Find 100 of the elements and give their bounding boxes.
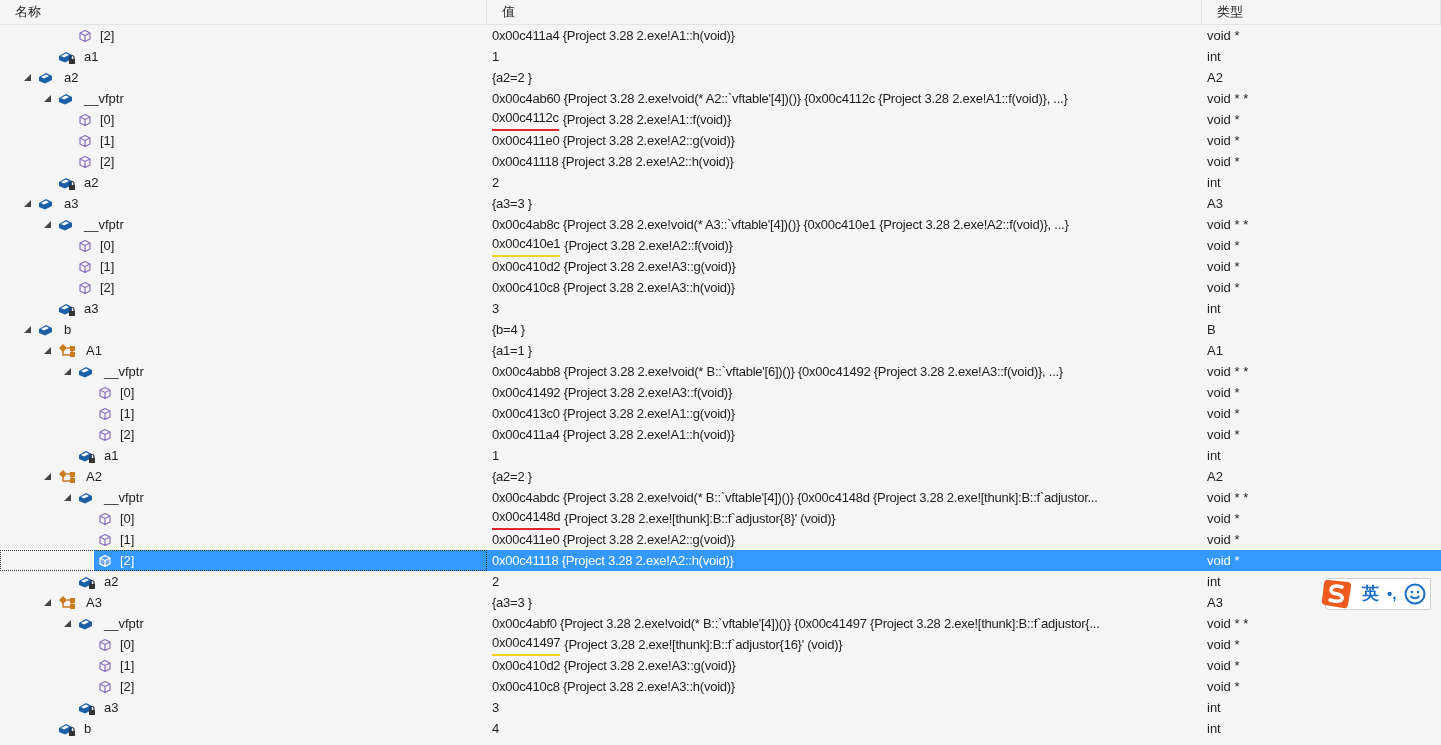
underlined-address: 0x00c4112c [492, 108, 559, 131]
variable-name[interactable]: [0] [100, 235, 115, 256]
variable-value: 0x00c410c8 {Project 3.28 2.exe!A3::h(void)} [492, 278, 735, 297]
variable-value: 0x00c41118 {Project 3.28 2.exe!A2::h(void)} [492, 551, 734, 570]
variable-name[interactable]: __vfptr [104, 361, 144, 382]
variable-type: int [1207, 572, 1221, 591]
variable-type: B [1207, 320, 1216, 339]
cube-icon [98, 385, 112, 400]
variable-type: int [1207, 47, 1221, 66]
variable-name[interactable]: a2 [104, 571, 119, 592]
variable-type: void * * [1207, 614, 1249, 633]
variable-name[interactable]: a2 [64, 67, 79, 88]
variable-name[interactable]: a3 [84, 298, 99, 319]
variable-name[interactable]: [0] [120, 508, 135, 529]
variable-name[interactable]: __vfptr [84, 88, 124, 109]
variable-type: A3 [1207, 194, 1223, 213]
variable-type: A3 [1207, 593, 1223, 612]
expander-icon[interactable] [43, 347, 51, 354]
variable-name[interactable]: __vfptr [104, 487, 144, 508]
variable-value: {a3=3 } [492, 194, 532, 213]
variable-name[interactable]: [1] [120, 529, 135, 550]
variable-value: 3 [492, 299, 499, 318]
variable-type: void * [1207, 236, 1240, 255]
expander-icon[interactable] [63, 368, 71, 375]
variable-name[interactable]: [1] [120, 403, 135, 424]
variable-name[interactable]: [1] [100, 256, 115, 277]
variable-value: 0x00c4abdc {Project 3.28 2.exe!void(* B::`vftable'[4])()} {0x00c4148d {Project 3.28 2.exe![thunk]:B::f`adjustor... [492, 488, 1098, 507]
punctuation-mode[interactable]: •, [1387, 582, 1397, 606]
variable-name[interactable]: [2] [100, 25, 115, 46]
variable-name[interactable]: [1] [120, 655, 135, 676]
cube-icon [98, 511, 112, 526]
variable-value: 0x00c41492 {Project 3.28 2.exe!A3::f(void)} [492, 383, 733, 402]
variable-value: {a1=1 } [492, 341, 532, 360]
variable-name[interactable]: b [84, 718, 92, 739]
variable-value: 0x00c410d2 {Project 3.28 2.exe!A3::g(void)} [492, 257, 736, 276]
variable-type: void * [1207, 656, 1240, 675]
variable-value: {Project 3.28 2.exe![thunk]:B::f`adjustor{16}' (void)} [564, 635, 843, 654]
variable-type: A2 [1207, 467, 1223, 486]
variable-type: A1 [1207, 341, 1223, 360]
ime-logo-icon[interactable] [1320, 578, 1354, 610]
variable-value: {a3=3 } [492, 593, 532, 612]
variable-name[interactable]: a2 [84, 172, 99, 193]
variable-name[interactable]: __vfptr [104, 613, 144, 634]
variable-type: void * [1207, 110, 1240, 129]
variable-type: void * [1207, 635, 1240, 654]
variable-name[interactable]: b [64, 319, 72, 340]
column-header[interactable]: 名称 [0, 0, 487, 24]
variable-name[interactable]: a3 [64, 193, 79, 214]
cube-icon [78, 133, 92, 148]
expander-icon[interactable] [43, 473, 51, 480]
expander-icon[interactable] [43, 221, 51, 228]
column-header[interactable]: 类型 [1202, 0, 1441, 24]
variable-name[interactable]: [0] [100, 109, 115, 130]
cube-icon [98, 679, 112, 694]
expander-icon[interactable] [43, 95, 51, 102]
base-class-icon [58, 342, 78, 359]
variable-type: void * * [1207, 362, 1249, 381]
expander-icon[interactable] [23, 200, 31, 207]
variable-name[interactable]: [0] [120, 382, 135, 403]
variable-value: {Project 3.28 2.exe!A2::f(void)} [564, 236, 733, 255]
expander-icon[interactable] [23, 74, 31, 81]
variable-value: 0x00c410c8 {Project 3.28 2.exe!A3::h(void)} [492, 677, 735, 696]
variable-value: 2 [492, 173, 499, 192]
variable-type: void * * [1207, 488, 1249, 507]
underlined-address: 0x00c410e1 [492, 234, 561, 257]
expander-icon[interactable] [63, 620, 71, 627]
variable-value: 2 [492, 572, 499, 591]
variable-name[interactable]: a1 [84, 46, 99, 67]
variable-type: int [1207, 299, 1221, 318]
variable-name[interactable]: [2] [100, 277, 115, 298]
variable-type: void * [1207, 152, 1240, 171]
variable-value: 0x00c411a4 {Project 3.28 2.exe!A1::h(void)} [492, 26, 735, 45]
expander-icon[interactable] [43, 599, 51, 606]
variable-name[interactable]: a3 [104, 697, 119, 718]
smiley-icon[interactable] [1404, 583, 1427, 605]
variable-name[interactable]: A3 [86, 592, 102, 613]
input-mode[interactable]: 英 [1362, 581, 1379, 607]
variable-value: 0x00c411e0 {Project 3.28 2.exe!A2::g(void)} [492, 131, 735, 150]
variable-name[interactable]: A1 [86, 340, 102, 361]
variable-name[interactable]: A2 [86, 466, 102, 487]
column-header[interactable]: 值 [487, 0, 1202, 24]
expander-icon[interactable] [63, 494, 71, 501]
variable-name[interactable]: [1] [100, 130, 115, 151]
variable-name[interactable]: __vfptr [84, 214, 124, 235]
expander-icon[interactable] [23, 326, 31, 333]
cube-icon [78, 238, 92, 253]
cube-icon [78, 280, 92, 295]
variable-type: void * [1207, 425, 1240, 444]
variable-name[interactable]: a1 [104, 445, 119, 466]
cube-icon [98, 658, 112, 673]
variable-name[interactable]: [2] [100, 151, 115, 172]
variable-name[interactable]: [0] [120, 634, 135, 655]
variable-name[interactable]: [2] [120, 424, 135, 445]
variable-value: {a2=2 } [492, 68, 532, 87]
variable-name[interactable]: [2] [120, 676, 135, 697]
variable-value: 0x00c4abb8 {Project 3.28 2.exe!void(* B::`vftable'[6])()} {0x00c41492 {Project 3.28 2.exe!A3::f(void)}, ...} [492, 362, 1063, 381]
variable-type: int [1207, 446, 1221, 465]
variable-value: 0x00c411a4 {Project 3.28 2.exe!A1::h(void)} [492, 425, 735, 444]
base-class-icon [58, 468, 78, 485]
base-class-icon [58, 594, 78, 611]
